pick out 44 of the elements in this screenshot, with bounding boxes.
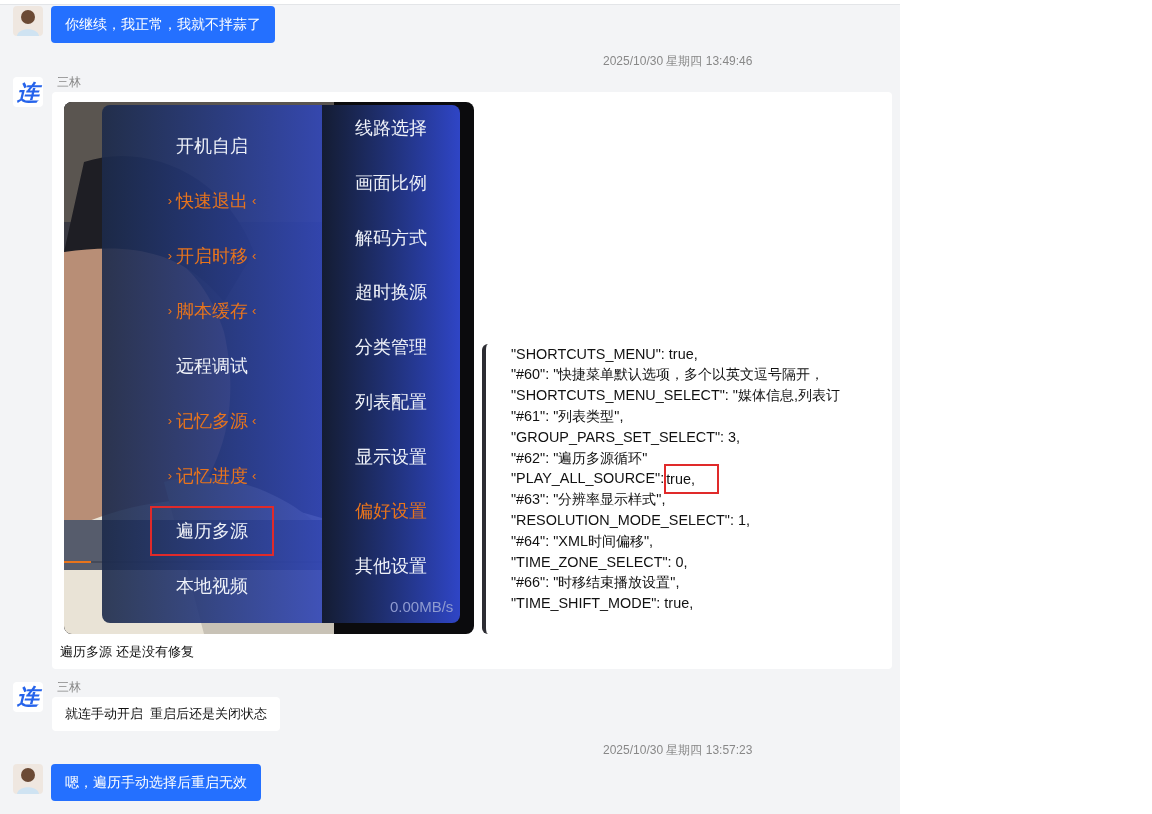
timestamp: 2025/10/30 星期四 13:49:46 xyxy=(602,53,754,70)
user-avatar xyxy=(13,763,43,794)
menu-category[interactable]: 线路选择 xyxy=(355,115,427,141)
received-message-bubble: 就连手动开启 重启后还是关闭状态 xyxy=(52,696,281,731)
message-caption: 遍历多源 还是没有修复 xyxy=(60,643,195,661)
speed-label: 0.00MB/s xyxy=(390,597,454,617)
sent-message-bubble: 嗯，遍历手动选择后重启无效 xyxy=(51,763,261,801)
sender-name: 三林 xyxy=(56,679,82,694)
menu-category[interactable]: 显示设置 xyxy=(355,443,427,470)
sender-name: 三林 xyxy=(56,75,82,89)
menu-category[interactable]: 超时换源 xyxy=(355,279,427,306)
menu-item[interactable]: › 快速退出 ‹ xyxy=(141,176,283,226)
code-line: "#66": "时移结束播放设置", xyxy=(511,573,680,593)
code-line: "RESOLUTION_MODE_SELECT": 1, xyxy=(511,510,750,530)
code-line: "#62": "遍历多源循环" xyxy=(511,448,648,468)
app-logo-avatar: 连 xyxy=(13,77,43,107)
code-line: "GROUP_PARS_SET_SELECT": 3, xyxy=(511,427,741,447)
menu-category[interactable]: 列表配置 xyxy=(355,388,427,415)
menu-category[interactable]: 其他设置 xyxy=(355,553,427,579)
code-line: "PLAY_ALL_SOURCE": xyxy=(511,469,665,489)
menu-item[interactable]: 开机自启 xyxy=(150,121,274,171)
timestamp: 2025/10/30 星期四 13:57:23 xyxy=(602,741,754,759)
menu-category[interactable]: 分类管理 xyxy=(355,334,427,360)
menu-item[interactable]: 远程调试 xyxy=(150,341,274,391)
code-line: "#60": "快捷菜单默认选项，多个以英文逗号隔开， xyxy=(511,365,825,385)
code-line: "SHORTCUTS_MENU": true, xyxy=(511,344,698,364)
code-line: "SHORTCUTS_MENU_SELECT": "媒体信息,列表订 xyxy=(511,386,840,406)
code-line: "#61": "列表类型", xyxy=(511,407,624,426)
menu-item[interactable]: › 开启时移 ‹ xyxy=(141,231,283,281)
menu-item[interactable]: 本地视频 xyxy=(150,561,274,611)
menu-category[interactable]: 画面比例 xyxy=(355,169,427,196)
highlighted-value: true, xyxy=(664,464,719,495)
sent-message-bubble: 你继续，我正常，我就不拌蒜了 xyxy=(51,6,275,43)
code-line: "#63": "分辨率显示样式", xyxy=(511,490,666,510)
menu-item[interactable]: › 脚本缓存 ‹ xyxy=(141,286,283,336)
code-line: "TIME_SHIFT_MODE": true, xyxy=(511,594,694,614)
menu-item[interactable]: › 记忆多源 ‹ xyxy=(141,396,283,446)
menu-category[interactable]: 解码方式 xyxy=(355,224,427,251)
code-line: "#64": "XML时间偏移", xyxy=(511,531,654,551)
menu-category[interactable]: 偏好设置 xyxy=(355,498,427,525)
code-line: "TIME_ZONE_SELECT": 0, xyxy=(511,552,688,572)
app-logo-avatar: 连 xyxy=(13,681,43,712)
menu-item[interactable]: 遍历多源 xyxy=(150,506,274,556)
menu-item[interactable]: › 记忆进度 ‹ xyxy=(141,451,283,501)
